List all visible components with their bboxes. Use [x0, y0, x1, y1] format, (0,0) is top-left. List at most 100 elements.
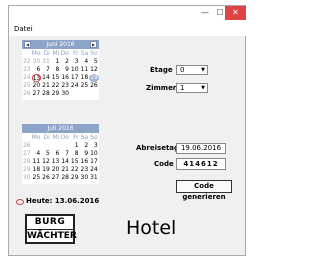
calendar-july-week-row: 27 4 5 6 7 8 9 10 [22, 150, 99, 158]
calendar-june-day[interactable]: 8 [51, 66, 61, 74]
calendar-july-week-number: 28 [22, 158, 31, 165]
title-bar: — ☐ ✕ [9, 6, 247, 24]
generate-code-button[interactable]: Code generieren [176, 180, 232, 201]
calendar-june-day[interactable]: 3 [70, 58, 80, 66]
chevron-down-icon: ▼ [201, 67, 205, 73]
calendar-july-day[interactable]: 22 [70, 166, 80, 174]
calendar-july-week-row: 28 11 12 13 14 15 16 17 [22, 158, 99, 166]
calendar-july-day[interactable]: 17 [89, 158, 99, 166]
menu-file[interactable]: Datei [14, 25, 33, 33]
calendar-june-day[interactable]: 24 [70, 82, 80, 90]
calendar-june-day[interactable]: 18 [80, 74, 90, 82]
calendar-july-day[interactable]: 10 [89, 150, 99, 158]
calendar-june-day[interactable]: 30 [32, 58, 42, 66]
calendar-june-week-row: 24 13 14 15 16 17 18 19 [22, 74, 99, 82]
calendar-july-day[interactable]: 20 [51, 166, 61, 174]
calendar-june-day[interactable]: 15 [51, 74, 61, 82]
code-label: Code [154, 160, 174, 168]
calendar-june-day[interactable]: 19 [89, 74, 99, 82]
minimize-button[interactable]: — [197, 6, 213, 20]
calendar-june-week-number: 23 [22, 66, 31, 73]
calendar-july-day[interactable]: 15 [70, 158, 80, 166]
logo-line1: BURG [34, 217, 66, 227]
calendar-july[interactable]: Juli 2016 Mo Di Mi Do Fr Sa So 26 1 2 3 27 4 5 6 7 8 9 10 2… [22, 124, 99, 184]
calendar-june-day[interactable]: 13 [31, 74, 42, 82]
calendar-june-day[interactable]: 9 [60, 66, 70, 74]
calendar-june-weekday: So [90, 50, 98, 57]
calendar-june-header: Juni 2016 [22, 40, 99, 49]
calendar-july-day[interactable]: 16 [80, 158, 90, 166]
calendar-july-day[interactable]: 5 [41, 150, 51, 158]
calendar-june-day[interactable]: 21 [41, 82, 51, 90]
calendar-july-day[interactable]: 28 [60, 174, 70, 182]
calendar-july-week-row: 26 1 2 3 [22, 142, 99, 150]
calendar-july-day [41, 142, 51, 150]
calendar-june-day[interactable]: 29 [51, 90, 61, 98]
calendar-june-day[interactable]: 16 [60, 74, 70, 82]
calendar-june-day[interactable]: 25 [80, 82, 90, 90]
close-button[interactable]: ✕ [225, 6, 246, 20]
calendar-july-day[interactable]: 6 [51, 150, 61, 158]
zimmer-value: 1 [180, 84, 185, 92]
etage-select[interactable]: 0 ▼ [176, 65, 208, 75]
calendar-july-day[interactable]: 1 [70, 142, 80, 150]
calendar-june-day[interactable]: 26 [89, 82, 99, 90]
calendar-june-day[interactable]: 7 [41, 66, 51, 74]
calendar-july-day[interactable]: 30 [80, 174, 90, 182]
calendar-june-day[interactable]: 28 [41, 90, 51, 98]
calendar-july-weekday-row: Mo Di Mi Do Fr Sa So [22, 134, 99, 142]
calendar-june-day[interactable]: 17 [70, 74, 80, 82]
calendar-june-day[interactable]: 14 [41, 74, 51, 82]
calendar-june-week-row: 22 30 31 1 2 3 4 5 [22, 58, 99, 66]
etage-label: Etage [150, 66, 173, 74]
calendar-july-day[interactable]: 8 [70, 150, 80, 158]
calendar-july-day[interactable]: 7 [60, 150, 70, 158]
calendar-june-day[interactable]: 4 [80, 58, 90, 66]
calendar-june-day[interactable]: 20 [32, 82, 42, 90]
calendar-june-day[interactable]: 22 [51, 82, 61, 90]
calendar-july-day[interactable]: 25 [32, 174, 42, 182]
calendar-july-day[interactable]: 24 [89, 166, 99, 174]
calendar-june-grid: Mo Di Mi Do Fr Sa So 22 30 31 1 2 3 4 5 23 6 7 8 9 10 11 12 24 1… [22, 50, 99, 98]
calendar-july-day[interactable]: 12 [41, 158, 51, 166]
calendar-july-day[interactable]: 19 [41, 166, 51, 174]
calendar-july-day[interactable]: 11 [32, 158, 42, 166]
calendar-next-month-button[interactable]: ▶ [90, 41, 97, 48]
zimmer-select[interactable]: 1 ▼ [176, 83, 208, 93]
calendar-june-day[interactable]: 23 [60, 82, 70, 90]
calendar-june-day[interactable]: 11 [80, 66, 90, 74]
calendar-july-day[interactable]: 14 [60, 158, 70, 166]
calendar-july-day[interactable]: 9 [80, 150, 90, 158]
calendar-june-day[interactable]: 2 [60, 58, 70, 66]
calendar-june-day[interactable]: 31 [41, 58, 51, 66]
calendar-july-day[interactable]: 23 [80, 166, 90, 174]
calendar-july-day[interactable]: 31 [89, 174, 99, 182]
calendar-june[interactable]: Juni 2016 ◀ ▶ Mo Di Mi Do Fr Sa So 22 30 31 1 2 3 4 5 2… [22, 40, 99, 100]
calendar-july-day[interactable]: 2 [80, 142, 90, 150]
calendar-june-day[interactable]: 5 [89, 58, 99, 66]
calendar-july-week-row: 30 25 26 27 28 29 30 31 [22, 174, 99, 182]
calendar-prev-month-button[interactable]: ◀ [24, 41, 31, 48]
calendar-june-day[interactable]: 1 [51, 58, 61, 66]
calendar-july-weekday: Fr [73, 134, 79, 141]
calendar-june-day[interactable]: 30 [60, 90, 70, 98]
calendar-july-day[interactable]: 13 [51, 158, 61, 166]
calendar-july-day[interactable]: 18 [32, 166, 42, 174]
calendar-june-month: Juni 2016 [46, 41, 75, 48]
calendar-june-day[interactable]: 10 [70, 66, 80, 74]
today-circle-icon [16, 199, 24, 205]
calendar-july-day[interactable]: 21 [60, 166, 70, 174]
calendar-june-week-number: 22 [22, 58, 31, 65]
calendar-july-day[interactable]: 26 [41, 174, 51, 182]
calendar-july-day[interactable]: 27 [51, 174, 61, 182]
calendar-july-day[interactable]: 4 [32, 150, 42, 158]
calendar-july-day[interactable]: 3 [89, 142, 99, 150]
calendar-june-week-row: 23 6 7 8 9 10 11 12 [22, 66, 99, 74]
abreisetag-field[interactable]: 19.06.2016 [176, 143, 226, 154]
calendar-july-week-number: 26 [22, 142, 31, 149]
calendar-june-day[interactable]: 27 [32, 90, 42, 98]
calendar-june-day[interactable]: 12 [89, 66, 99, 74]
calendar-june-day[interactable]: 6 [32, 66, 42, 74]
calendar-july-day[interactable]: 29 [70, 174, 80, 182]
zimmer-label: Zimmer [146, 84, 177, 92]
